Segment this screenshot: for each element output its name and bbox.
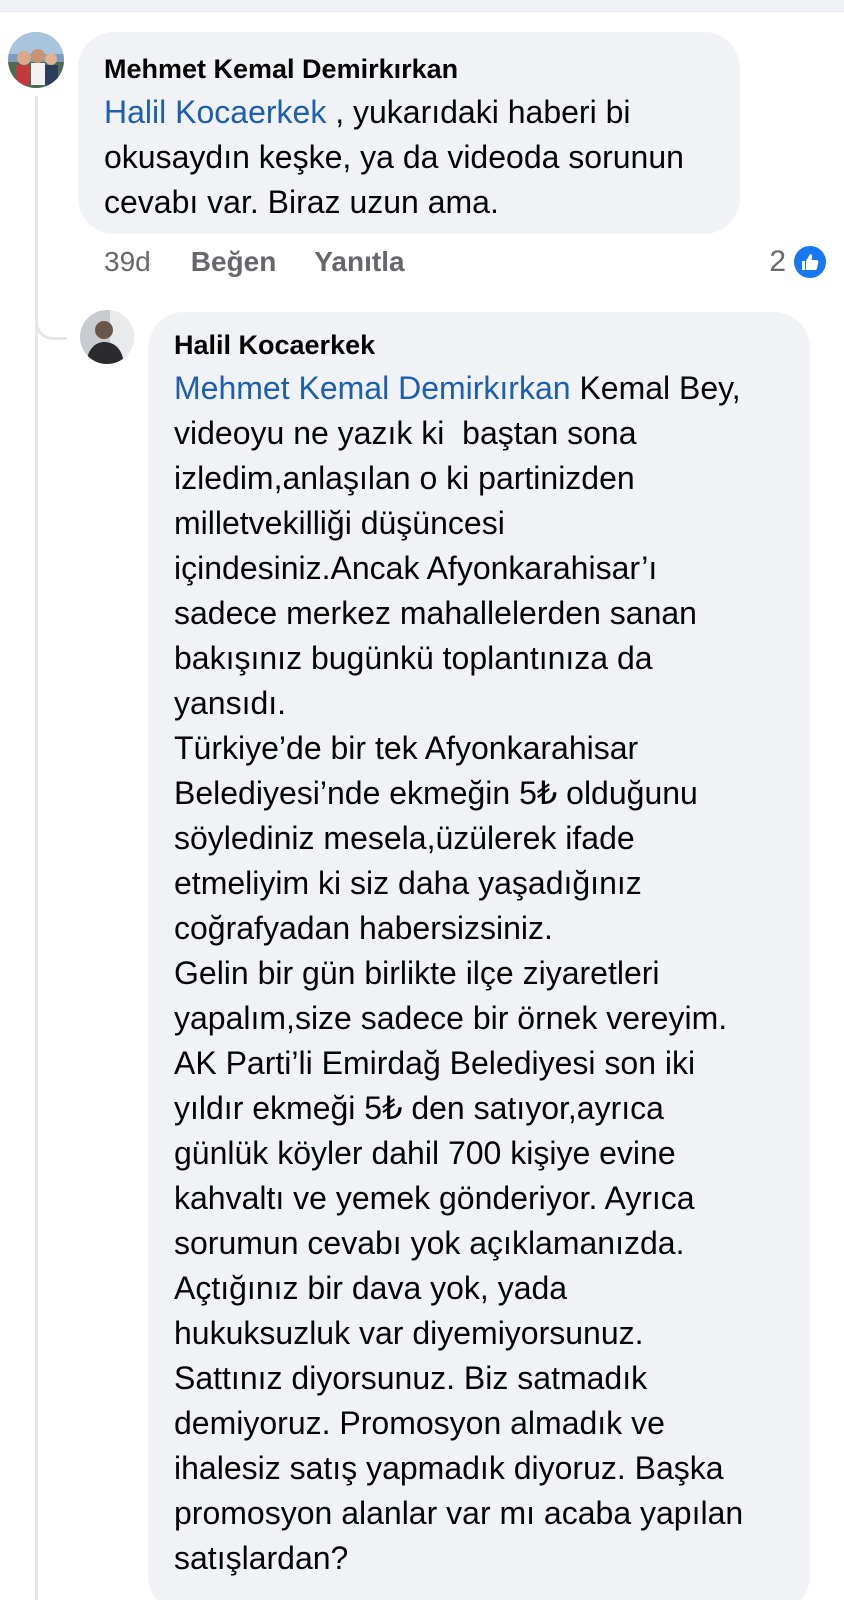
comment-text-line: okusaydın keşke, ya da videoda sorunun [104, 139, 684, 175]
reply-text-line: ihalesiz satış yapmadık diyoruz. Başka [174, 1450, 724, 1486]
comment-actions: 39d Beğen Yanıtla [104, 242, 443, 282]
mention-link[interactable]: Mehmet Kemal Demirkırkan [174, 370, 571, 406]
reply-text-line: izledim,anlaşılan o ki partinizden [174, 460, 635, 496]
reply-text-line: AK Parti’li Emirdağ Belediyesi son iki [174, 1045, 696, 1081]
reply-text-line: Belediyesi’nde ekmeğin 5₺ olduğunu [174, 775, 698, 811]
avatar-halil[interactable] [80, 310, 134, 364]
reply-text-line: hukuksuzluk var diyemiyorsunuz. [174, 1315, 644, 1351]
comment-text-line: , yukarıdaki haberi bi [326, 94, 631, 130]
top-divider [0, 0, 844, 12]
reply-text: Mehmet Kemal Demirkırkan Kemal Bey, vide… [174, 366, 786, 1581]
reply-text-line: milletvekilliği düşüncesi [174, 505, 505, 541]
reaction-summary[interactable]: 2 [769, 242, 828, 282]
reply-text-line: kahvaltı ve yemek gönderiyor. Ayrıca [174, 1180, 695, 1216]
comment-timestamp[interactable]: 39d [104, 246, 151, 278]
reply-text-line: sorumun cevabı yok açıklamanızda. [174, 1225, 685, 1261]
reply-text-line: coğrafyadan habersizsiniz. [174, 910, 553, 946]
reply-text-line: bakışınız bugünkü toplantınıza da [174, 640, 653, 676]
reply-text-line: etmeliyim ki siz daha yaşadığınız [174, 865, 642, 901]
comment-author[interactable]: Mehmet Kemal Demirkırkan [104, 52, 714, 86]
reply-author[interactable]: Halil Kocaerkek [174, 328, 786, 362]
reply-text-line: Türkiye’de bir tek Afyonkarahisar [174, 730, 639, 766]
reply-text-line: videoyu ne yazık ki baştan sona [174, 415, 637, 451]
comment-text: Halil Kocaerkek , yukarıdaki haberi bi o… [104, 90, 714, 225]
avatar-mehmet[interactable] [8, 32, 64, 88]
comment-thread: Mehmet Kemal Demirkırkan Halil Kocaerkek… [0, 0, 844, 1600]
thread-connector-curve [35, 300, 67, 340]
thumbs-up-icon [792, 244, 828, 280]
reply-button[interactable]: Yanıtla [314, 246, 404, 278]
reply-text-line: demiyoruz. Promosyon almadık ve [174, 1405, 665, 1441]
reply-text-line: günlük köyler dahil 700 kişiye evine [174, 1135, 676, 1171]
comment-bubble: Mehmet Kemal Demirkırkan Halil Kocaerkek… [78, 32, 740, 234]
mention-link[interactable]: Halil Kocaerkek [104, 94, 326, 130]
reply-bubble: Halil Kocaerkek Mehmet Kemal Demirkırkan… [148, 312, 810, 1600]
reply-text-line: yıldır ekmeği 5₺ den satıyor,ayrıca [174, 1090, 664, 1126]
reply-text-line: Sattınız diyorsunuz. Biz satmadık [174, 1360, 648, 1396]
reply-text-line: söylediniz mesela,üzülerek ifade [174, 820, 635, 856]
reply-text-line: sadece merkez mahallelerden sanan [174, 595, 697, 631]
like-button[interactable]: Beğen [191, 246, 277, 278]
reply-text-line: Açtığınız bir dava yok, yada [174, 1270, 568, 1306]
reply-text-line: yansıdı. [174, 685, 287, 721]
reply-text-line: Kemal Bey, [570, 370, 741, 406]
reply-text-line: promosyon alanlar var mı acaba yapılan [174, 1495, 744, 1531]
reply-text-line: yapalım,size sadece bir örnek vereyim. [174, 1000, 728, 1036]
reply-text-line: içindesiniz.Ancak Afyonkarahisar’ı [174, 550, 658, 586]
reply-text-line: satışlardan? [174, 1540, 349, 1576]
comment-text-line: cevabı var. Biraz uzun ama. [104, 184, 499, 220]
reply-text-line: Gelin bir gün birlikte ilçe ziyaretleri [174, 955, 660, 991]
reaction-count: 2 [769, 245, 786, 278]
